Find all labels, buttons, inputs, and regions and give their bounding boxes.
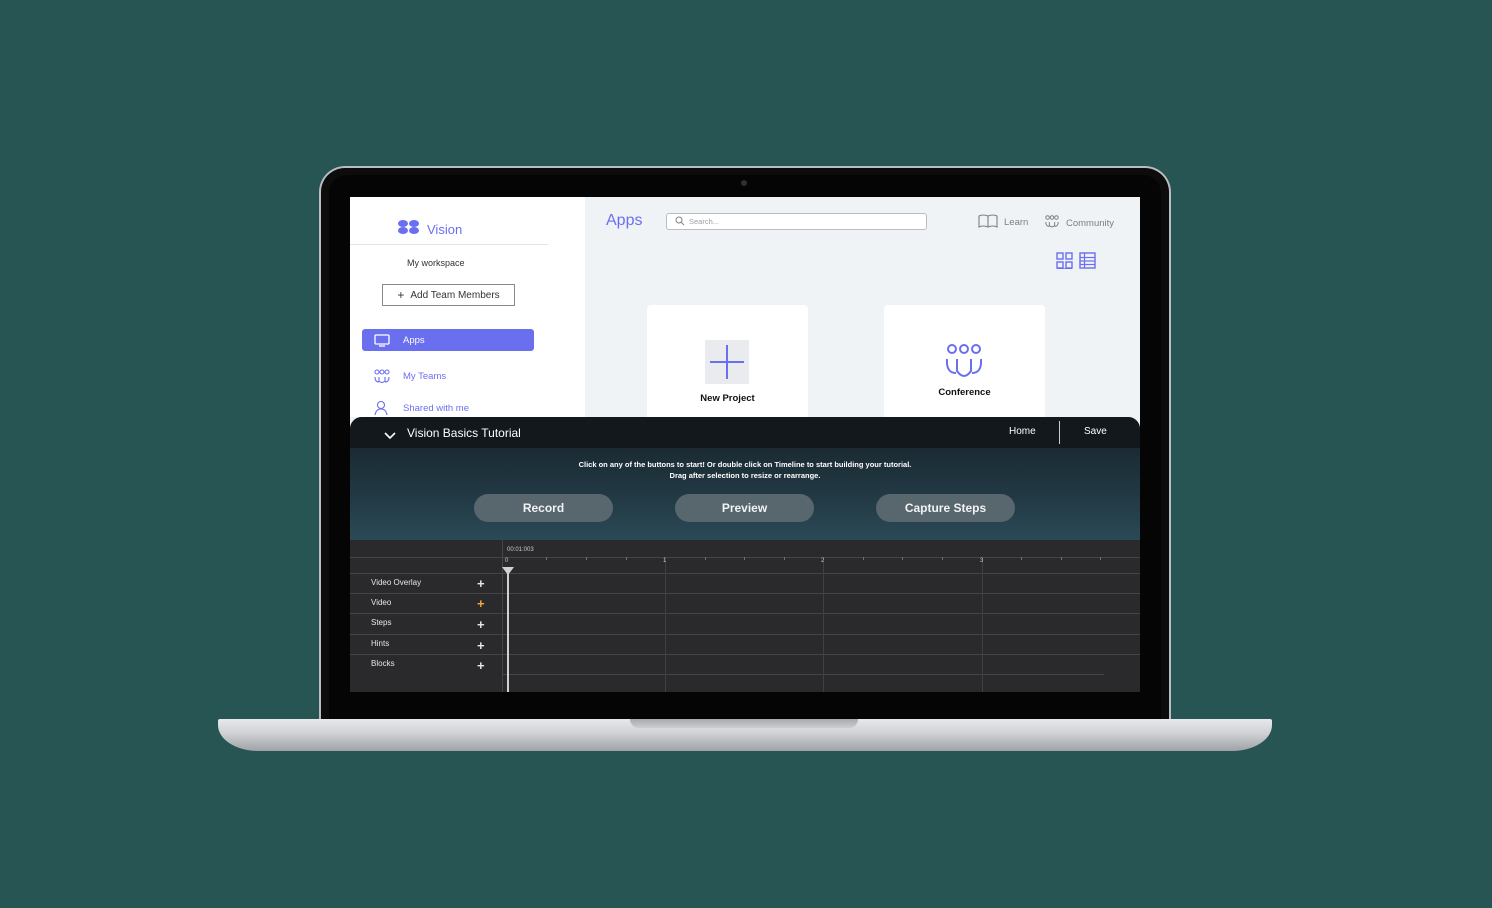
- ruler-tick: [784, 557, 785, 560]
- app-screen: Vision My workspace + Add Team Members A…: [350, 197, 1140, 692]
- team-icon: [944, 343, 984, 386]
- team-icon: [366, 368, 398, 384]
- community-icon: [1044, 214, 1060, 232]
- ruler-tick: [626, 557, 627, 560]
- card-label: New Project: [700, 393, 755, 404]
- timeline-gridline: [350, 593, 1140, 594]
- save-button[interactable]: Save: [1084, 426, 1107, 437]
- ruler-tick: [1100, 557, 1101, 560]
- plus-icon: +: [397, 288, 405, 302]
- view-toggle: [1056, 252, 1096, 274]
- timeline-gridline: [665, 558, 666, 692]
- brand-name: Vision: [427, 222, 463, 237]
- grid-view-icon[interactable]: [1056, 252, 1073, 274]
- new-project-card[interactable]: New Project: [647, 305, 808, 435]
- timeline-gridline: [823, 558, 824, 692]
- ruler-tick: [586, 557, 587, 560]
- book-icon: [978, 214, 998, 231]
- search-placeholder: Search...: [689, 217, 720, 226]
- chevron-down-icon[interactable]: [384, 427, 396, 445]
- sidebar-item-label: Shared with me: [403, 402, 470, 414]
- page-title: Apps: [606, 212, 643, 229]
- ruler-tick: [902, 557, 903, 560]
- ruler-tick: [1021, 557, 1022, 560]
- ruler-tick: [744, 557, 745, 560]
- panel-header: Vision Basics Tutorial Home Save: [350, 417, 1140, 448]
- hint-text: Drag after selection to resize or rearra…: [669, 471, 821, 480]
- timeline-gridline: [350, 634, 1140, 635]
- ruler-tick: [705, 557, 706, 560]
- timeline-gridline: [350, 573, 1140, 574]
- track-label-video: Video: [371, 598, 392, 607]
- ruler-label: 2: [821, 558, 825, 564]
- record-button[interactable]: Record: [474, 494, 613, 522]
- capture-steps-button[interactable]: Capture Steps: [876, 494, 1015, 522]
- divider: [1059, 421, 1060, 444]
- timeline-gridline: [350, 613, 1140, 614]
- track-label-video-overlay: Video Overlay: [371, 578, 422, 587]
- track-label-steps: Steps: [371, 618, 392, 627]
- add-blocks-button[interactable]: +: [477, 659, 485, 672]
- sidebar-item-shared-with-me[interactable]: Shared with me: [362, 397, 534, 419]
- sidebar-item-apps[interactable]: Apps: [362, 329, 534, 351]
- ruler-label: 1: [663, 558, 667, 564]
- community-label: Community: [1066, 217, 1115, 229]
- add-video-button[interactable]: +: [477, 597, 485, 610]
- shared-user-icon: [366, 400, 398, 416]
- hint-text: Click on any of the buttons to start! Or…: [578, 460, 912, 469]
- home-button[interactable]: Home: [1009, 426, 1036, 437]
- ruler-tick: [1061, 557, 1062, 560]
- sidebar-item-label: Apps: [403, 334, 425, 346]
- monitor-icon: [366, 333, 398, 347]
- tutorial-panel: Vision Basics Tutorial Home Save Click o…: [350, 417, 1140, 692]
- laptop-notch: [630, 719, 858, 728]
- timeline-gridline: [350, 654, 1140, 655]
- timeline[interactable]: 00:01:003 0 1 2 3 Video Overlay + Video …: [350, 540, 1140, 692]
- conference-card[interactable]: Conference: [884, 305, 1045, 435]
- sidebar-item-label: My Teams: [403, 370, 447, 382]
- preview-button[interactable]: Preview: [675, 494, 814, 522]
- brand-logo[interactable]: Vision: [397, 219, 462, 240]
- learn-label: Learn: [1004, 217, 1029, 228]
- timecode-label: 00:01:003: [507, 547, 534, 553]
- timeline-divider: [502, 540, 503, 692]
- track-label-blocks: Blocks: [371, 659, 395, 668]
- community-link[interactable]: Community: [1044, 214, 1114, 232]
- add-steps-button[interactable]: +: [477, 618, 485, 631]
- add-team-members-button[interactable]: + Add Team Members: [382, 284, 515, 306]
- add-hints-button[interactable]: +: [477, 639, 485, 652]
- ruler-tick: [942, 557, 943, 560]
- ruler-tick: [863, 557, 864, 560]
- panel-actions: Click on any of the buttons to start! Or…: [350, 448, 1140, 540]
- track-label-hints: Hints: [371, 639, 390, 648]
- add-video-overlay-button[interactable]: +: [477, 577, 485, 590]
- flower-logo-icon: [397, 219, 421, 240]
- panel-title: Vision Basics Tutorial: [407, 426, 521, 440]
- ruler-label: 0: [505, 558, 509, 564]
- playhead[interactable]: [507, 567, 509, 692]
- card-label: Conference: [938, 387, 991, 398]
- workspace-label[interactable]: My workspace: [407, 258, 465, 268]
- plus-icon: [705, 340, 749, 384]
- camera-icon: [741, 180, 747, 186]
- add-team-members-label: Add Team Members: [410, 289, 500, 301]
- sidebar-item-my-teams[interactable]: My Teams: [362, 365, 534, 387]
- timeline-gridline: [502, 674, 1104, 675]
- search-icon: [675, 213, 685, 231]
- sidebar: Vision My workspace + Add Team Members A…: [350, 197, 585, 417]
- list-view-icon[interactable]: [1079, 252, 1096, 274]
- learn-link[interactable]: Learn: [978, 214, 1028, 231]
- ruler-tick: [546, 557, 547, 560]
- timeline-gridline: [982, 558, 983, 692]
- divider: [350, 244, 548, 245]
- search-input[interactable]: Search...: [666, 213, 927, 230]
- ruler-label: 3: [980, 558, 984, 564]
